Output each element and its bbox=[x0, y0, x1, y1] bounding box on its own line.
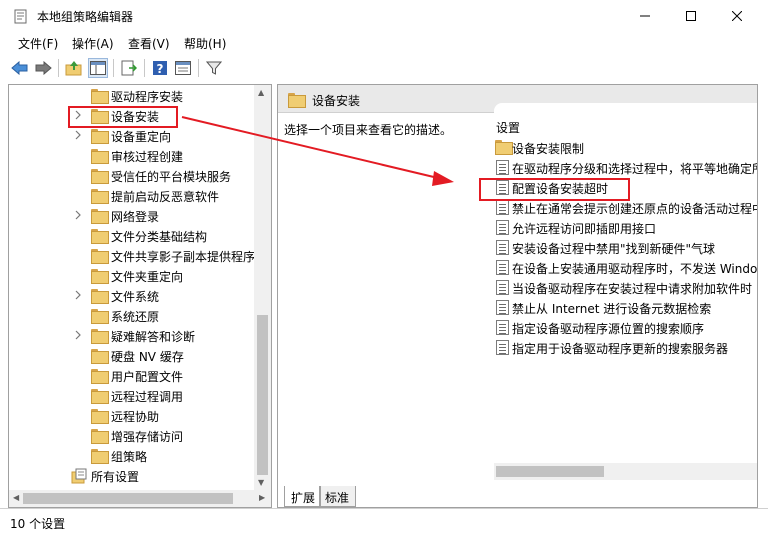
annotation-arrow-icon bbox=[181, 116, 454, 186]
